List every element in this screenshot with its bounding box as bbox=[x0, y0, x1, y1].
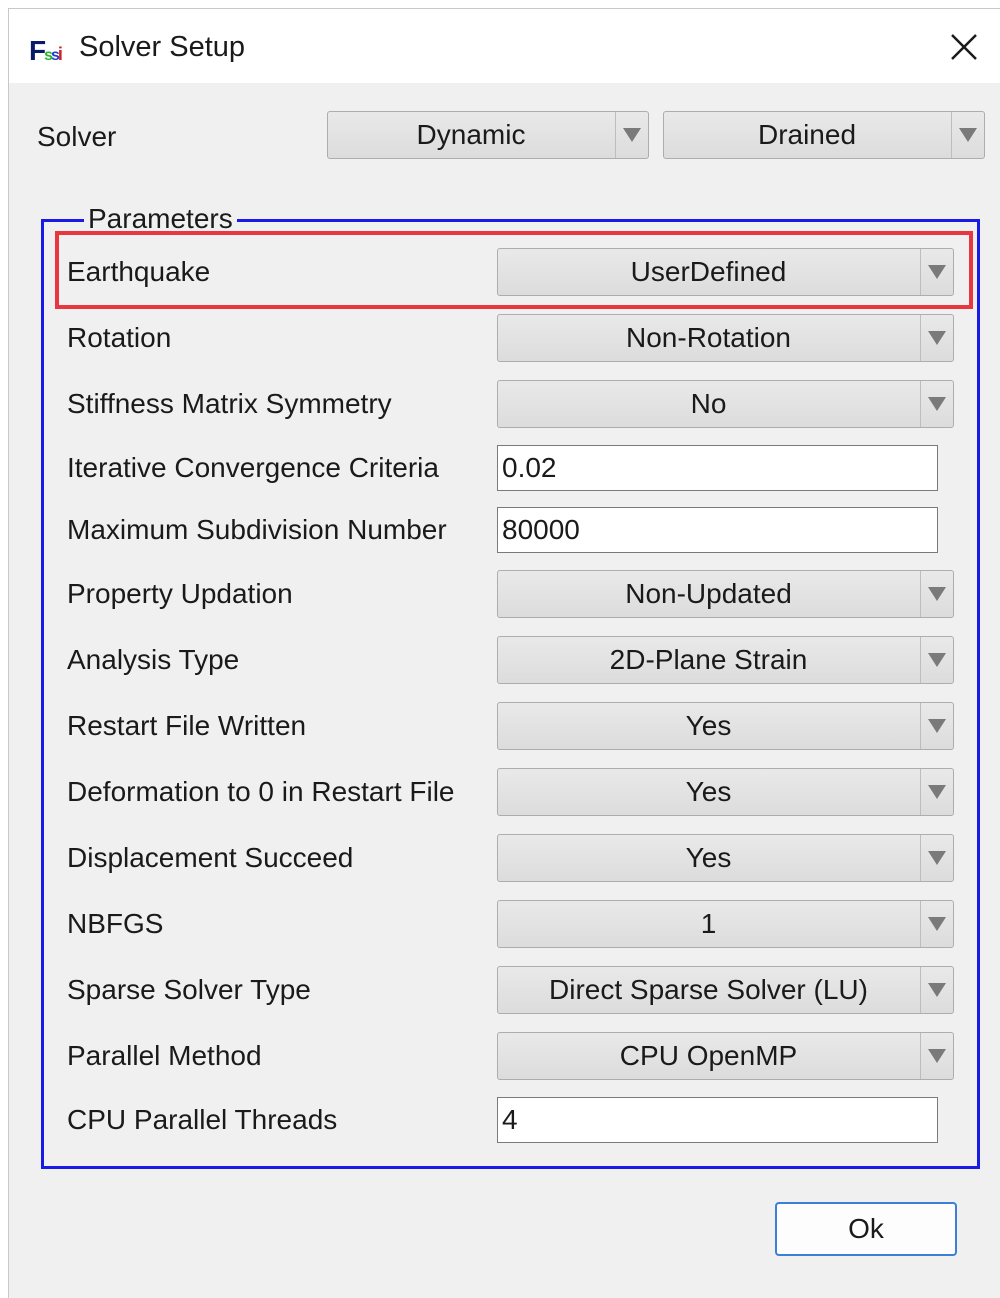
property-updation-label: Property Updation bbox=[67, 578, 293, 609]
dropdown-arrow[interactable] bbox=[920, 571, 953, 617]
ok-button[interactable]: Ok bbox=[775, 1202, 957, 1256]
dropdown-arrow[interactable] bbox=[920, 901, 953, 947]
cpu-parallel-threads-input[interactable]: 4 bbox=[497, 1097, 938, 1143]
fssi-app-icon: Fssi bbox=[29, 35, 63, 66]
dropdown-arrow[interactable] bbox=[920, 769, 953, 815]
dropdown-arrow[interactable] bbox=[615, 112, 648, 158]
parallel-method-label: Parallel Method bbox=[67, 1040, 262, 1071]
title-bar: Fssi Solver Setup bbox=[9, 9, 1000, 83]
solver-condition-select[interactable]: Drained bbox=[663, 111, 985, 159]
dropdown-arrow[interactable] bbox=[920, 249, 953, 295]
chevron-down-icon bbox=[928, 719, 946, 733]
solver-condition-value: Drained bbox=[757, 119, 857, 150]
analysis-type-select[interactable]: 2D-Plane Strain bbox=[497, 636, 954, 684]
close-button[interactable] bbox=[942, 25, 986, 69]
parallel-method-value: CPU OpenMP bbox=[619, 1040, 798, 1071]
rotation-select[interactable]: Non-Rotation bbox=[497, 314, 954, 362]
maximum-subdivision-number-label: Maximum Subdivision Number bbox=[67, 514, 447, 545]
nbfgs-select[interactable]: 1 bbox=[497, 900, 954, 948]
restart-file-written-value: Yes bbox=[685, 710, 732, 741]
displacement-succeed-select[interactable]: Yes bbox=[497, 834, 954, 882]
dropdown-arrow[interactable] bbox=[920, 835, 953, 881]
solver-label: Solver bbox=[37, 121, 117, 152]
earthquake-select[interactable]: UserDefined bbox=[497, 248, 954, 296]
iterative-convergence-criteria-input[interactable]: 0.02 bbox=[497, 445, 938, 491]
deformation-to-zero-value: Yes bbox=[685, 776, 732, 807]
dropdown-arrow[interactable] bbox=[920, 967, 953, 1013]
chevron-down-icon bbox=[928, 331, 946, 345]
deformation-to-zero-select[interactable]: Yes bbox=[497, 768, 954, 816]
property-updation-value: Non-Updated bbox=[625, 578, 792, 609]
analysis-type-value: 2D-Plane Strain bbox=[609, 644, 808, 675]
restart-file-written-label: Restart File Written bbox=[67, 710, 307, 741]
dropdown-arrow[interactable] bbox=[920, 637, 953, 683]
window-title: Solver Setup bbox=[79, 31, 246, 63]
sparse-solver-type-label: Sparse Solver Type bbox=[67, 974, 311, 1005]
chevron-down-icon bbox=[928, 851, 946, 865]
chevron-down-icon bbox=[959, 128, 977, 142]
property-updation-select[interactable]: Non-Updated bbox=[497, 570, 954, 618]
dropdown-arrow[interactable] bbox=[920, 381, 953, 427]
chevron-down-icon bbox=[928, 785, 946, 799]
stiffness-matrix-symmetry-value: No bbox=[690, 388, 727, 419]
cpu-parallel-threads-label: CPU Parallel Threads bbox=[67, 1104, 338, 1135]
earthquake-value: UserDefined bbox=[630, 256, 787, 287]
chevron-down-icon bbox=[623, 128, 641, 142]
close-icon bbox=[951, 34, 977, 60]
dropdown-arrow[interactable] bbox=[951, 112, 984, 158]
dropdown-arrow[interactable] bbox=[920, 703, 953, 749]
chevron-down-icon bbox=[928, 265, 946, 279]
displacement-succeed-value: Yes bbox=[685, 842, 732, 873]
stiffness-matrix-symmetry-label: Stiffness Matrix Symmetry bbox=[67, 388, 392, 419]
rotation-label: Rotation bbox=[67, 322, 172, 353]
chevron-down-icon bbox=[928, 587, 946, 601]
parallel-method-select[interactable]: CPU OpenMP bbox=[497, 1032, 954, 1080]
chevron-down-icon bbox=[928, 917, 946, 931]
iterative-convergence-criteria-label: Iterative Convergence Criteria bbox=[67, 452, 439, 483]
sparse-solver-type-value: Direct Sparse Solver (LU) bbox=[549, 974, 868, 1005]
deformation-to-zero-label: Deformation to 0 in Restart File bbox=[67, 776, 455, 807]
chevron-down-icon bbox=[928, 1049, 946, 1063]
sparse-solver-type-select[interactable]: Direct Sparse Solver (LU) bbox=[497, 966, 954, 1014]
chevron-down-icon bbox=[928, 397, 946, 411]
restart-file-written-select[interactable]: Yes bbox=[497, 702, 954, 750]
earthquake-label: Earthquake bbox=[67, 256, 211, 287]
maximum-subdivision-number-input[interactable]: 80000 bbox=[497, 507, 938, 553]
rotation-value: Non-Rotation bbox=[626, 322, 791, 353]
chevron-down-icon bbox=[928, 983, 946, 997]
solver-setup-dialog: Fssi Solver Setup Solver Dynamic Drained… bbox=[8, 8, 1000, 1298]
solver-mode-select[interactable]: Dynamic bbox=[327, 111, 649, 159]
nbfgs-value: 1 bbox=[700, 908, 717, 939]
dropdown-arrow[interactable] bbox=[920, 315, 953, 361]
chevron-down-icon bbox=[928, 653, 946, 667]
displacement-succeed-label: Displacement Succeed bbox=[67, 842, 354, 873]
solver-mode-value: Dynamic bbox=[416, 119, 526, 150]
dropdown-arrow[interactable] bbox=[920, 1033, 953, 1079]
analysis-type-label: Analysis Type bbox=[67, 644, 240, 675]
stiffness-matrix-symmetry-select[interactable]: No bbox=[497, 380, 954, 428]
nbfgs-label: NBFGS bbox=[67, 908, 164, 939]
